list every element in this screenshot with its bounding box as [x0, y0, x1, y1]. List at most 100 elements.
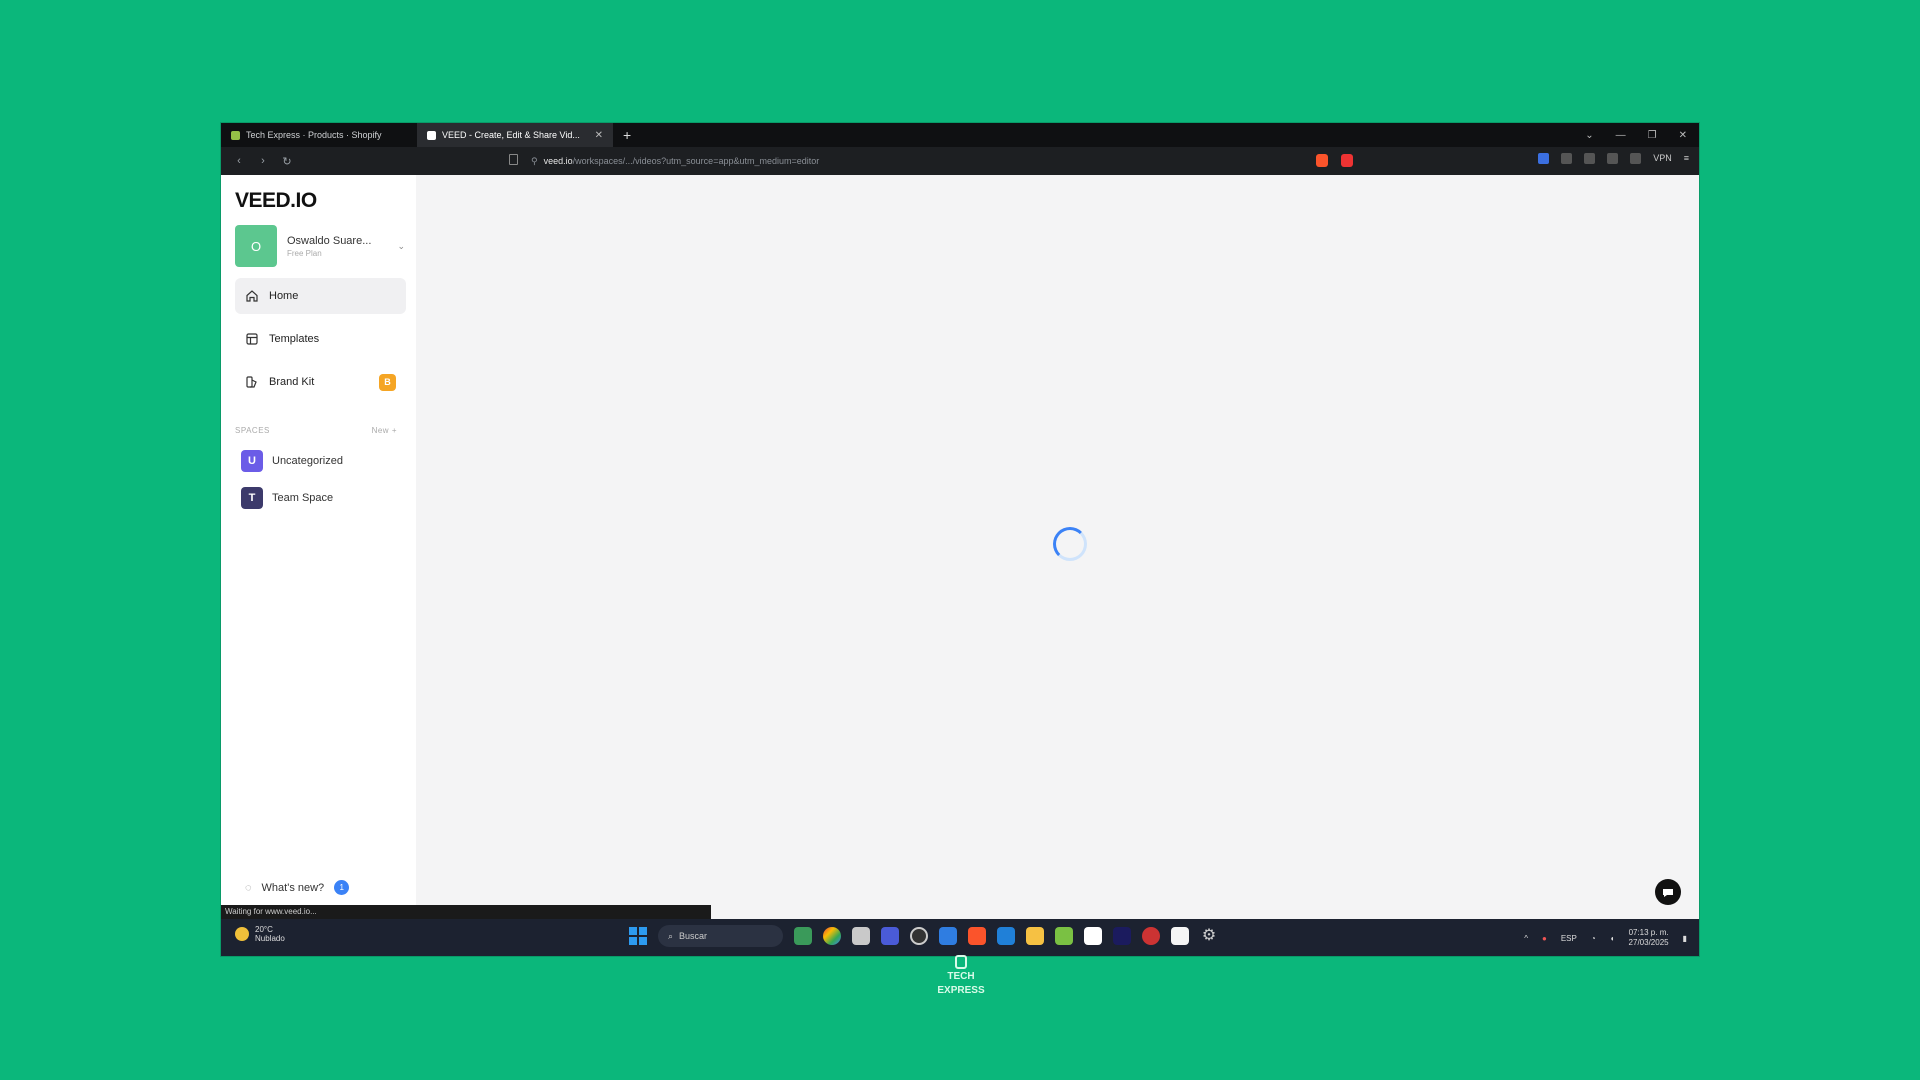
extension-icon[interactable] — [1561, 153, 1573, 164]
workspace-plan: Free Plan — [287, 248, 322, 258]
sidebar-item-brand-kit[interactable]: Brand Kit B — [235, 364, 406, 400]
veed-favicon-icon — [427, 130, 436, 140]
sparkle-icon: ◌ — [245, 881, 252, 894]
sidebar-item-templates[interactable]: Templates — [235, 321, 406, 357]
close-tab-icon[interactable]: ✕ — [595, 130, 603, 141]
extension-icon[interactable] — [1584, 153, 1596, 164]
forward-icon[interactable]: › — [251, 155, 275, 167]
tech-express-watermark: TECH EXPRESS — [926, 955, 996, 999]
browser-toolbar: ‹ › ↻ ⚲ veed.io/workspaces/.../videos?ut… — [221, 147, 1699, 175]
sidebar-item-home[interactable]: Home — [235, 278, 406, 314]
brand-kit-badge: B — [379, 373, 396, 391]
widget-app-icon[interactable] — [794, 927, 812, 945]
brave-shields-icon[interactable] — [1316, 154, 1328, 167]
minimize-button[interactable]: — — [1616, 130, 1626, 141]
space-label: Uncategorized — [272, 455, 343, 467]
weather-desc: Nublado — [255, 934, 285, 943]
browser-tab-shopify[interactable]: Tech Express · Products · Shopify — [221, 123, 417, 147]
space-item-uncategorized[interactable]: U Uncategorized — [241, 450, 343, 472]
camtasia-icon[interactable] — [1055, 927, 1073, 945]
back-icon[interactable]: ‹ — [227, 155, 251, 167]
tab-title: VEED - Create, Edit & Share Vid... — [442, 130, 580, 140]
brave-icon[interactable] — [968, 927, 986, 945]
volume-icon[interactable]: ◖ — [1610, 934, 1615, 943]
browser-tab-bar: Tech Express · Products · Shopify VEED -… — [221, 123, 1699, 147]
settings-icon[interactable]: ⚙ — [1200, 927, 1218, 945]
language-indicator[interactable]: ESP — [1561, 934, 1577, 943]
sidebar-icon[interactable] — [1607, 153, 1619, 164]
clock-date: 27/03/2025 — [1628, 938, 1669, 947]
wallet-icon[interactable] — [1630, 153, 1642, 164]
sidebar-nav: Home Templates Brand Kit B — [235, 278, 406, 407]
clock[interactable]: 07:13 p. m. 27/03/2025 — [1629, 928, 1669, 948]
whats-new-count: 1 — [334, 880, 350, 895]
browser-tab-veed[interactable]: VEED - Create, Edit & Share Vid... ✕ — [417, 123, 613, 147]
app-icon[interactable] — [881, 927, 899, 945]
obs-icon[interactable] — [910, 927, 928, 945]
main-content — [416, 175, 1699, 919]
window-controls: ⌄ — ❐ ✕ — [1585, 130, 1699, 141]
templates-icon — [246, 333, 258, 345]
home-icon — [246, 290, 258, 302]
bookmark-icon[interactable] — [509, 154, 518, 165]
taskbar-search[interactable]: ⌕ Buscar — [658, 925, 783, 947]
reload-icon[interactable]: ↻ — [275, 155, 299, 168]
chrome-icon[interactable] — [823, 927, 841, 945]
space-icon: T — [241, 487, 263, 509]
veed-logo[interactable]: VEED.IO — [235, 189, 317, 213]
url-path: /workspaces/.../videos?utm_source=app&ut… — [572, 156, 820, 166]
maximize-button[interactable]: ❐ — [1648, 130, 1657, 141]
sidebar-item-label: Templates — [269, 333, 320, 345]
whats-new-label: What's new? — [261, 881, 325, 894]
help-chat-button[interactable] — [1655, 879, 1681, 905]
windows-start-icon[interactable] — [629, 927, 647, 945]
file-explorer-icon[interactable] — [1026, 927, 1044, 945]
sidebar-item-label: Brand Kit — [269, 376, 315, 388]
chat-icon — [1663, 889, 1673, 897]
app-icon[interactable] — [1142, 927, 1160, 945]
address-bar[interactable]: ⚲ veed.io/workspaces/.../videos?utm_sour… — [531, 152, 1431, 170]
menu-icon[interactable]: ≡ — [1684, 153, 1689, 164]
weather-widget[interactable]: 20°C Nublado — [235, 925, 285, 943]
system-tray: ^ ● ESP ◔ ◖ 07:13 p. m. 27/03/2025 ▮ — [1524, 928, 1687, 948]
mic-icon[interactable]: ● — [1542, 934, 1547, 943]
tab-title: Tech Express · Products · Shopify — [246, 130, 382, 140]
search-placeholder: Buscar — [679, 931, 708, 941]
extensions-area: VPN ≡ — [1538, 153, 1689, 164]
task-view-icon[interactable] — [852, 927, 870, 945]
chevron-up-icon[interactable]: ^ — [1524, 934, 1528, 943]
search-icon: ⌕ — [668, 930, 674, 941]
vpn-button[interactable]: VPN — [1653, 153, 1672, 164]
whats-new-button[interactable]: ◌ What's new? 1 — [245, 880, 350, 895]
workspace-name: Oswaldo Suare... — [287, 234, 372, 247]
spaces-title: SPACES — [235, 426, 270, 435]
extension-icon[interactable] — [1538, 153, 1550, 164]
new-tab-button[interactable]: + — [613, 127, 641, 143]
chevron-down-icon[interactable]: ⌄ — [1585, 130, 1593, 141]
brand-kit-icon — [246, 376, 257, 388]
mail-icon[interactable] — [997, 927, 1015, 945]
workspace-avatar: O — [235, 225, 277, 267]
capcut-icon[interactable] — [1084, 927, 1102, 945]
shopify-favicon-icon — [231, 130, 240, 140]
workspace-switcher[interactable]: O Oswaldo Suare... Free Plan ⌄ — [235, 225, 405, 267]
sidebar: VEED.IO O Oswaldo Suare... Free Plan ⌄ H… — [221, 175, 416, 919]
premiere-icon[interactable] — [1113, 927, 1131, 945]
space-item-team-space[interactable]: T Team Space — [241, 487, 333, 509]
app-icon[interactable] — [1171, 927, 1189, 945]
robot-logo-icon — [955, 955, 967, 969]
outlook-icon[interactable] — [939, 927, 957, 945]
site-info-icon[interactable]: ⚲ — [531, 156, 538, 167]
space-icon: U — [241, 450, 263, 472]
sidebar-item-label: Home — [269, 290, 299, 302]
spaces-header: SPACES New + — [235, 426, 397, 435]
brave-rewards-icon[interactable] — [1341, 154, 1353, 167]
space-label: Team Space — [272, 492, 334, 504]
taskbar-apps: ⌕ Buscar ⚙ — [629, 925, 1218, 947]
weather-temp: 20°C — [255, 925, 273, 934]
close-window-button[interactable]: ✕ — [1679, 130, 1687, 141]
notification-icon[interactable]: ▮ — [1683, 934, 1687, 943]
new-space-button[interactable]: New + — [372, 426, 397, 435]
browser-status-bar: Waiting for www.veed.io... — [221, 905, 711, 919]
wifi-icon[interactable]: ◔ — [1591, 934, 1596, 943]
